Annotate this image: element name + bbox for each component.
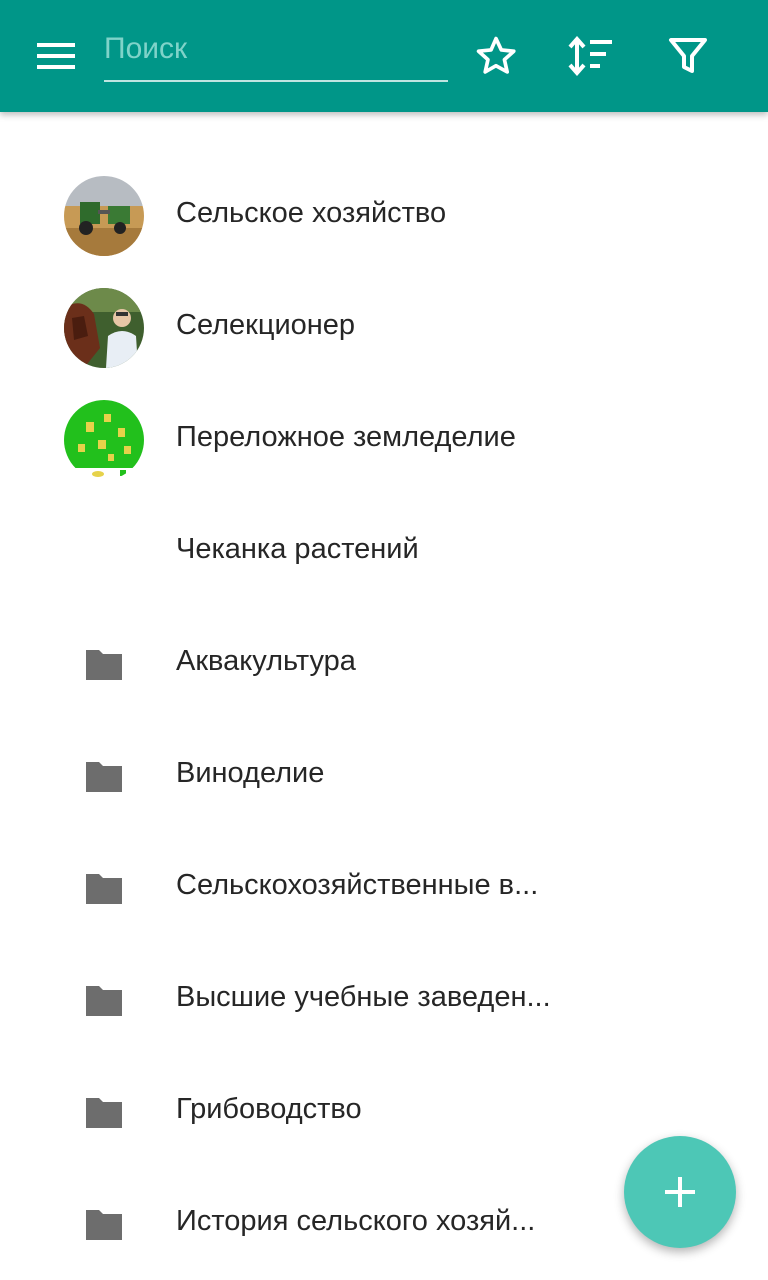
list-item[interactable]: Переложное земледелие bbox=[0, 384, 768, 496]
folder-icon bbox=[86, 1210, 122, 1240]
agriculture-image bbox=[64, 176, 144, 256]
add-button[interactable] bbox=[624, 1136, 736, 1248]
menu-button[interactable] bbox=[24, 32, 88, 80]
list-item[interactable]: Селекционер bbox=[0, 272, 768, 384]
category-list: Сельское хозяйство Селекционер Переложно… bbox=[0, 160, 768, 1280]
list-item[interactable]: Сельское хозяйство bbox=[0, 160, 768, 272]
plus-icon bbox=[665, 1177, 695, 1207]
list-item-label: Сельскохозяйственные в... bbox=[176, 869, 539, 901]
sort-icon bbox=[568, 36, 612, 76]
list-item-label: Аквакультура bbox=[176, 645, 356, 677]
search-input[interactable] bbox=[104, 32, 444, 66]
menu-icon bbox=[37, 43, 75, 69]
list-item-label: Селекционер bbox=[176, 309, 356, 341]
filter-button[interactable] bbox=[660, 28, 716, 84]
list-item[interactable]: Высшие учебные заведен... bbox=[0, 944, 768, 1056]
folder-icon bbox=[86, 874, 122, 904]
fallow-farming-image bbox=[64, 400, 144, 480]
list-item-label: Чеканка растений bbox=[176, 533, 419, 565]
folder-icon bbox=[86, 762, 122, 792]
breeder-image bbox=[64, 288, 144, 368]
list-item[interactable]: Чеканка растений bbox=[0, 496, 768, 608]
folder-icon bbox=[86, 1098, 122, 1128]
list-item[interactable]: Сельскохозяйственные в... bbox=[0, 832, 768, 944]
search-field[interactable] bbox=[104, 24, 448, 82]
list-item[interactable]: Аквакультура bbox=[0, 608, 768, 720]
app-bar bbox=[0, 0, 768, 112]
filter-icon bbox=[669, 38, 707, 73]
folder-icon bbox=[86, 986, 122, 1016]
favorites-button[interactable] bbox=[468, 28, 524, 84]
list-item-label: История сельского хозяй... bbox=[176, 1205, 536, 1237]
list-item-label: Виноделие bbox=[176, 757, 325, 789]
list-item-label: Сельское хозяйство bbox=[176, 197, 447, 229]
list-item-label: Высшие учебные заведен... bbox=[176, 981, 551, 1013]
folder-icon bbox=[86, 650, 122, 680]
star-icon bbox=[476, 36, 516, 74]
list-item-label: Переложное земледелие bbox=[176, 421, 516, 453]
sort-button[interactable] bbox=[563, 28, 619, 84]
list-item[interactable]: Виноделие bbox=[0, 720, 768, 832]
list-item-label: Грибоводство bbox=[176, 1093, 362, 1125]
